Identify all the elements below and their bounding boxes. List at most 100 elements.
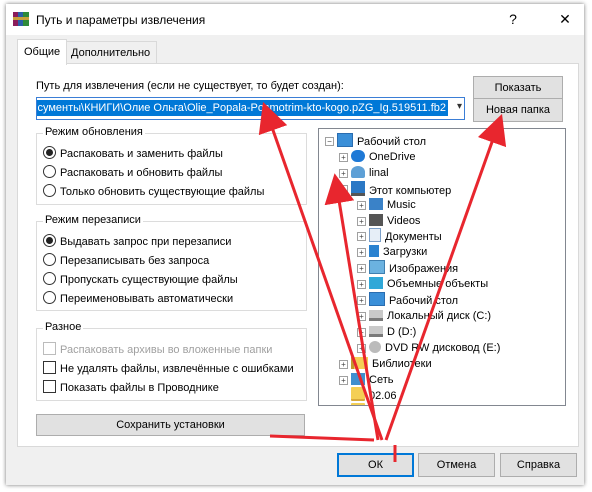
- help-button[interactable]: Справка: [500, 453, 577, 477]
- show-button[interactable]: Показать: [473, 76, 563, 100]
- tree-node-label: D (D:): [387, 325, 417, 338]
- expand-icon[interactable]: +: [357, 216, 366, 226]
- dvd-icon: [369, 340, 381, 353]
- video-icon: [369, 213, 383, 226]
- tree-node[interactable]: + Документы: [357, 228, 442, 244]
- tree-node[interactable]: + D (D:): [357, 324, 417, 340]
- tree-node-label: Рабочий стол: [357, 136, 427, 148]
- checkbox-icon: [43, 342, 56, 355]
- folder-icon: [351, 403, 365, 405]
- radio-icon: [43, 184, 56, 197]
- expand-icon[interactable]: +: [339, 375, 348, 385]
- window-title: Путь и параметры извлечения: [36, 13, 206, 27]
- tree-node[interactable]: + Загрузки: [357, 244, 428, 260]
- radio-skip-existing[interactable]: Пропускать существующие файлы: [43, 272, 238, 288]
- radio-ask-overwrite[interactable]: Выдавать запрос при перезаписи: [43, 234, 231, 250]
- onedrive-icon: [351, 149, 365, 162]
- checkbox-icon: [43, 361, 56, 374]
- tree-node-label: Этот компьютер: [369, 184, 452, 197]
- expand-icon[interactable]: +: [357, 248, 366, 258]
- folder-tree[interactable]: − Рабочий стол + OneDrive + linal − Этот компью…: [318, 128, 566, 406]
- collapse-icon[interactable]: −: [325, 137, 334, 146]
- radio-overwrite-silent[interactable]: Перезаписывать без запроса: [43, 253, 209, 269]
- checkbox-label: Распаковать архивы во вложенные папки: [60, 344, 273, 356]
- radio-update-existing[interactable]: Только обновить существующие файлы: [43, 184, 264, 200]
- checkbox-label: Не удалять файлы, извлечённые с ошибками: [60, 363, 294, 375]
- tree-node[interactable]: + OneDrive: [339, 149, 416, 165]
- tree-node-label: linal: [369, 166, 389, 179]
- tree-node-label: DVD RW дисковод (E:): [385, 341, 501, 354]
- tree-node-label: Сеть: [369, 373, 394, 386]
- radio-selected-icon: [43, 146, 56, 159]
- extraction-dialog: Путь и параметры извлечения ? ✕ Общие До…: [6, 4, 584, 485]
- collapse-icon[interactable]: −: [339, 184, 348, 194]
- tree-node-label: Загрузки: [383, 246, 428, 259]
- tree-node[interactable]: + Локальный диск (C:): [357, 308, 492, 324]
- tab-advanced[interactable]: Дополнительно: [64, 41, 158, 64]
- tree-node[interactable]: + Библиотеки: [339, 356, 432, 372]
- tree-node[interactable]: + Объемные объекты: [357, 276, 489, 292]
- tree-node-label: Music: [387, 198, 416, 211]
- tree-node[interactable]: + Изображения: [357, 260, 459, 276]
- ok-button[interactable]: ОК: [337, 453, 414, 477]
- tree-node[interactable]: + Videos: [357, 213, 420, 229]
- checkbox-show-in-explorer[interactable]: Показать файлы в Проводнике: [43, 380, 219, 396]
- checkbox-keep-broken[interactable]: Не удалять файлы, извлечённые с ошибками: [43, 361, 294, 377]
- expand-icon[interactable]: +: [357, 327, 366, 337]
- save-settings-button[interactable]: Сохранить установки: [36, 414, 305, 436]
- radio-icon: [43, 165, 56, 178]
- user-icon: [351, 165, 365, 178]
- tree-node-label: OneDrive: [369, 150, 416, 163]
- chevron-down-icon[interactable]: ▾: [457, 101, 462, 112]
- path-value: сументы\КНИГИ\Олие Ольга\Olie_Popala-Pos…: [37, 100, 448, 116]
- general-panel: Путь для извлечения (если не существует,…: [17, 63, 579, 447]
- tree-node-label: Рабочий стол: [389, 295, 459, 307]
- tree-node-label: 02.06: [369, 390, 397, 403]
- tree-node[interactable]: + Сеть: [339, 372, 394, 388]
- radio-extract-replace[interactable]: Распаковать и заменить файлы: [43, 146, 223, 162]
- radio-icon: [43, 253, 56, 266]
- expand-icon[interactable]: +: [357, 264, 366, 274]
- new-folder-button[interactable]: Новая папка: [473, 98, 563, 122]
- folder-icon: [351, 387, 365, 402]
- tree-node[interactable]: +02.06.17: [351, 403, 412, 405]
- computer-icon: [351, 180, 365, 196]
- expand-icon[interactable]: +: [357, 280, 366, 290]
- help-title-button[interactable]: ?: [502, 9, 524, 29]
- path-input[interactable]: сументы\КНИГИ\Олие Ольга\Olie_Popala-Pos…: [36, 97, 465, 120]
- images-icon: [369, 260, 385, 275]
- winrar-icon: [13, 12, 29, 26]
- tree-node[interactable]: + DVD RW дисковод (E:): [357, 340, 501, 356]
- radio-extract-update[interactable]: Распаковать и обновить файлы: [43, 165, 222, 181]
- radio-label: Распаковать и заменить файлы: [60, 148, 223, 160]
- tree-node-label: Документы: [385, 231, 442, 244]
- expand-icon[interactable]: +: [357, 311, 366, 321]
- tree-node[interactable]: − Рабочий стол: [325, 133, 427, 149]
- radio-icon: [43, 291, 56, 304]
- expand-icon[interactable]: +: [339, 359, 348, 369]
- libraries-icon: [351, 356, 368, 369]
- tree-node-label: Изображения: [389, 263, 459, 276]
- expand-icon[interactable]: +: [339, 152, 348, 162]
- tree-node[interactable]: + linal: [339, 165, 389, 181]
- tree-node-label: Локальный диск (C:): [387, 309, 492, 322]
- radio-auto-rename[interactable]: Переименовывать автоматически: [43, 291, 233, 307]
- close-button[interactable]: ✕: [554, 9, 576, 29]
- tab-general[interactable]: Общие: [17, 39, 68, 65]
- tree-node-label: Объемные объекты: [387, 278, 489, 291]
- expand-icon[interactable]: +: [357, 343, 366, 353]
- tree-node[interactable]: + Music: [357, 197, 416, 213]
- radio-label: Перезаписывать без запроса: [60, 255, 210, 267]
- cancel-button[interactable]: Отмена: [418, 453, 495, 477]
- music-icon: [369, 197, 383, 210]
- tree-node[interactable]: − Этот компьютер: [339, 180, 452, 197]
- expand-icon[interactable]: +: [357, 200, 366, 210]
- expand-icon[interactable]: +: [357, 296, 366, 305]
- desktop-icon: [369, 292, 385, 306]
- expand-icon[interactable]: +: [357, 232, 366, 242]
- tree-node[interactable]: + Рабочий стол: [357, 292, 459, 308]
- documents-icon: [369, 228, 381, 243]
- update-mode-title: Режим обновления: [43, 126, 145, 138]
- tree-node[interactable]: 02.06: [351, 387, 397, 403]
- expand-icon[interactable]: +: [339, 168, 348, 178]
